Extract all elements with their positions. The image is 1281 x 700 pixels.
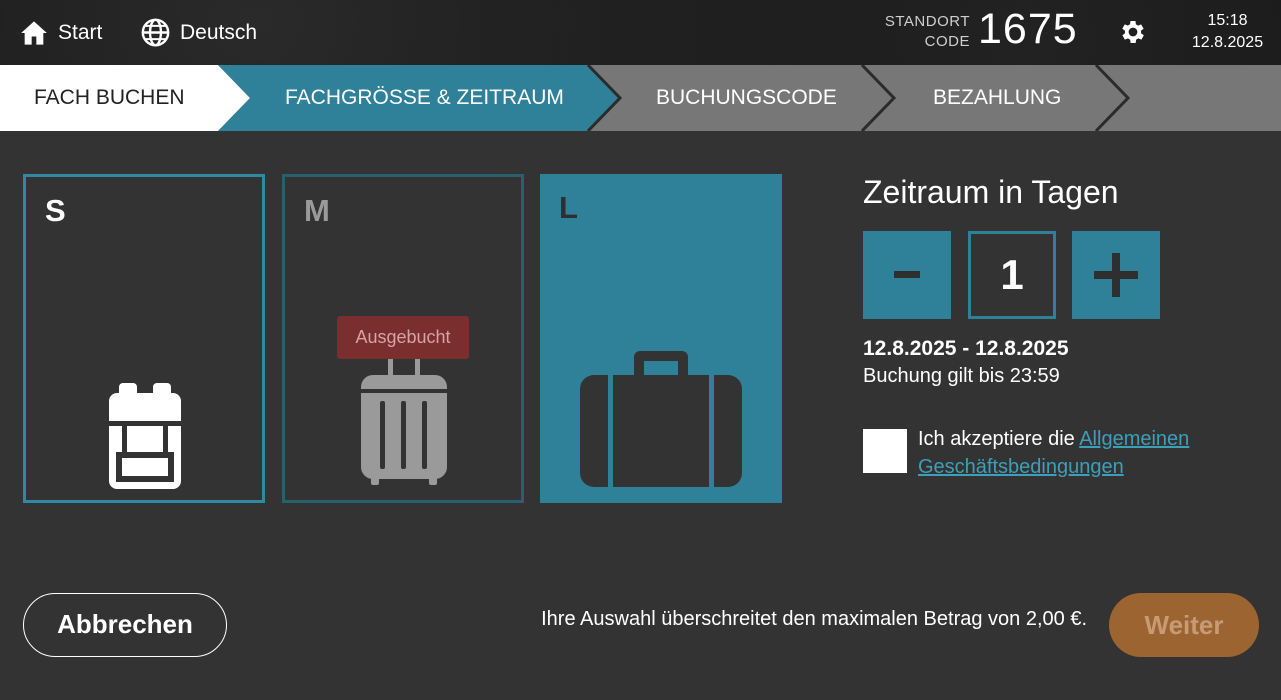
time: 15:18 — [1207, 12, 1248, 29]
limit-info-text: Ihre Auswahl überschreitet den maximalen… — [541, 608, 1087, 630]
size-letter: L — [559, 190, 578, 225]
standort-code: 1675 — [978, 5, 1078, 53]
language-button[interactable]: Deutsch — [141, 0, 257, 65]
gear-icon — [1122, 21, 1144, 43]
clock: 15:18 12.8.2025 — [1180, 10, 1275, 54]
next-button[interactable]: Weiter — [1109, 593, 1259, 657]
suitcase-icon — [580, 351, 742, 487]
date: 12.8.2025 — [1191, 34, 1264, 51]
settings-button[interactable] — [1118, 17, 1148, 52]
decrease-days-button[interactable] — [863, 231, 951, 319]
language-label: Deutsch — [180, 20, 258, 44]
minus-icon — [894, 271, 920, 278]
globe-icon — [141, 18, 170, 47]
step-label-3: BUCHUNGSCODE — [656, 86, 837, 109]
increase-days-button[interactable] — [1072, 231, 1160, 319]
standort-code-label: STANDORT CODE — [884, 13, 970, 50]
size-card-l[interactable]: L — [540, 174, 782, 503]
top-bar: Start Deutsch STANDORT CODE 1675 15:18 1… — [0, 0, 1281, 65]
step-label-1: FACH BUCHEN — [34, 86, 185, 109]
home-label: Start — [58, 20, 103, 44]
size-letter: M — [304, 193, 330, 228]
cancel-button[interactable]: Abbrechen — [23, 593, 227, 657]
plus-icon — [1094, 253, 1138, 297]
terms-text: Ich akzeptiere die Allgemeinen Geschäfts… — [918, 428, 1190, 478]
trolley-suitcase-icon — [361, 357, 447, 485]
terms-checkbox[interactable] — [863, 429, 907, 473]
step-label-4: BEZAHLUNG — [933, 86, 1062, 109]
home-button[interactable]: Start — [20, 0, 102, 65]
booked-out-badge: Ausgebucht — [337, 316, 469, 359]
size-card-s[interactable]: S — [23, 174, 265, 503]
date-range: 12.8.2025 - 12.8.2025 — [863, 337, 1069, 360]
progress-steps: FACH BUCHEN FACHGRÖSSE & ZEITRAUM BUCHUN… — [0, 65, 1281, 131]
backpack-icon — [109, 383, 181, 489]
step-label-2: FACHGRÖSSE & ZEITRAUM — [285, 86, 564, 109]
valid-until: Buchung gilt bis 23:59 — [863, 365, 1060, 387]
size-letter: S — [45, 193, 66, 228]
home-icon — [21, 20, 47, 45]
period-title: Zeitraum in Tagen — [863, 174, 1119, 210]
days-value: 1 — [968, 231, 1056, 319]
